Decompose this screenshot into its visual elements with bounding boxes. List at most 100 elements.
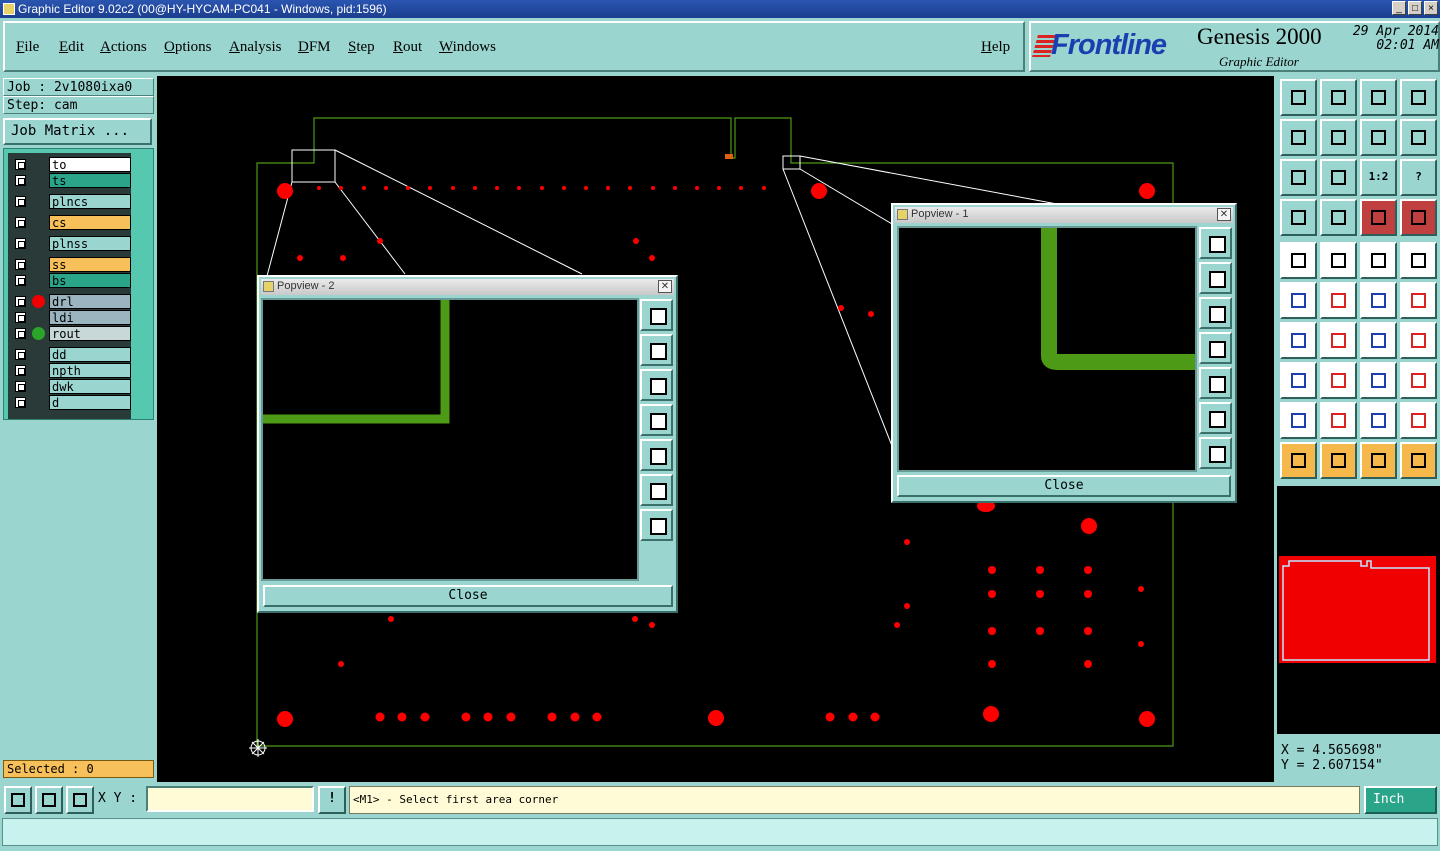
pointer-icon[interactable] [1280,442,1317,479]
layer-name[interactable]: rout [49,326,131,341]
layer-row-bs[interactable]: bs [12,273,132,288]
next-icon[interactable] [1320,119,1357,156]
menu-file[interactable]: File [16,39,39,56]
layer-row-rout[interactable]: rout [12,326,132,341]
layer-name[interactable]: cs [49,215,131,230]
center-icon[interactable] [1320,159,1357,196]
layer-row-dd[interactable]: dd [12,347,132,362]
layer-checkbox[interactable] [15,312,26,323]
layer-row-drl[interactable]: drl [12,294,132,309]
home-icon[interactable] [1360,79,1397,116]
units-selector[interactable]: Inch [1364,786,1437,814]
pad-icon[interactable] [1400,242,1437,279]
menu-help[interactable]: Help [981,39,1010,56]
menu-dfm[interactable]: DFM [298,39,331,56]
layer-checkbox[interactable] [15,196,26,207]
layer-checkbox[interactable] [15,238,26,249]
popview-pan-up-icon[interactable] [640,334,673,366]
grid-icon[interactable] [1320,199,1357,236]
layer-name[interactable]: drl [49,294,131,309]
select-area-icon[interactable] [1320,442,1357,479]
poly-icon[interactable] [1320,402,1357,439]
popview-1-close-icon[interactable]: ✕ [1217,208,1231,221]
popview-zoom-icon[interactable] [640,299,673,331]
popview-pan-up-icon[interactable] [1199,262,1232,294]
zoom-ratio-icon[interactable]: 1:2 [1360,159,1397,196]
help-icon[interactable]: ? [1400,159,1437,196]
maximize-button[interactable]: □ [1408,1,1422,15]
layer-row-to[interactable]: to [12,157,132,172]
alert-button[interactable]: ! [318,786,346,814]
save-icon[interactable] [1320,79,1357,116]
layer-name[interactable]: ts [49,173,131,188]
layer-row-cs[interactable]: cs [12,215,132,230]
arc-alt-icon[interactable] [1400,402,1437,439]
angle-icon[interactable] [1280,322,1317,359]
layer-name[interactable]: plnss [49,236,131,251]
layer-checkbox[interactable] [15,365,26,376]
layer-name[interactable]: ldi [49,310,131,325]
job-matrix-button[interactable]: Job Matrix ... [3,118,152,145]
triangle-icon[interactable] [1280,402,1317,439]
swap-icon[interactable] [1360,119,1397,156]
line-icon[interactable] [1320,242,1357,279]
popview-2-view[interactable] [261,298,639,581]
fit-icon[interactable] [1280,159,1317,196]
layer-checkbox[interactable] [15,259,26,270]
menu-actions[interactable]: Actions [100,39,147,56]
split-view-icon[interactable] [1400,79,1437,116]
circles-icon[interactable] [1400,362,1437,399]
layer-row-ss[interactable]: ss [12,257,132,272]
popview-zoom-icon[interactable] [1199,227,1232,259]
popview-zoom-out-icon[interactable] [640,509,673,541]
layer-checkbox[interactable] [15,349,26,360]
layer-name[interactable]: dd [49,347,131,362]
layer-checkbox[interactable] [15,397,26,408]
layer-name[interactable]: npth [49,363,131,378]
layer-checkbox[interactable] [15,381,26,392]
cross-icon[interactable] [1320,282,1357,319]
layer-name[interactable]: bs [49,273,131,288]
layer-row-npth[interactable]: npth [12,363,132,378]
menu-windows[interactable]: Windows [439,39,496,56]
layer-row-d[interactable]: d [12,395,132,410]
flip-icon[interactable] [1400,322,1437,359]
connect-icon[interactable] [1280,282,1317,319]
grid-icon[interactable] [66,786,94,814]
menu-rout[interactable]: Rout [393,39,422,56]
select-pad-icon[interactable] [1280,362,1317,399]
menu-analysis[interactable]: Analysis [229,39,282,56]
popview-zoom-in-icon[interactable] [640,474,673,506]
board-overview-map[interactable] [1279,556,1436,663]
open-step-icon[interactable] [1280,79,1317,116]
bar-icon[interactable] [1320,362,1357,399]
layer-row-plnss[interactable]: plnss [12,236,132,251]
popview-pan-right-icon[interactable] [640,439,673,471]
layer-row-dwk[interactable]: dwk [12,379,132,394]
close-window-button[interactable]: × [1424,1,1438,15]
shape-icon[interactable] [1280,242,1317,279]
layer-row-ldi[interactable]: ldi [12,310,132,325]
layer-name[interactable]: plncs [49,194,131,209]
previous-icon[interactable] [1280,119,1317,156]
popview-pan-right-icon[interactable] [1199,367,1232,399]
measure-icon[interactable] [1360,362,1397,399]
layer-name[interactable]: dwk [49,379,131,394]
select-icon[interactable] [1360,442,1397,479]
popview-pan-down-icon[interactable] [1199,297,1232,329]
xy-input[interactable] [146,786,314,812]
layer-checkbox[interactable] [15,328,26,339]
menu-options[interactable]: Options [164,39,212,56]
layer-row-plncs[interactable]: plncs [12,194,132,209]
layer-name[interactable]: ss [49,257,131,272]
minimize-button[interactable]: _ [1392,1,1406,15]
slash-icon[interactable] [1320,322,1357,359]
popview-1-close-button[interactable]: Close [897,475,1231,497]
layer-name[interactable]: d [49,395,131,410]
popview-zoom-in-icon[interactable] [1199,402,1232,434]
measure-icon[interactable] [35,786,63,814]
rotate-icon[interactable] [1360,322,1397,359]
menu-edit[interactable]: Edit [59,39,84,56]
route-icon[interactable] [1400,442,1437,479]
popview-2-close-icon[interactable]: ✕ [658,280,672,293]
